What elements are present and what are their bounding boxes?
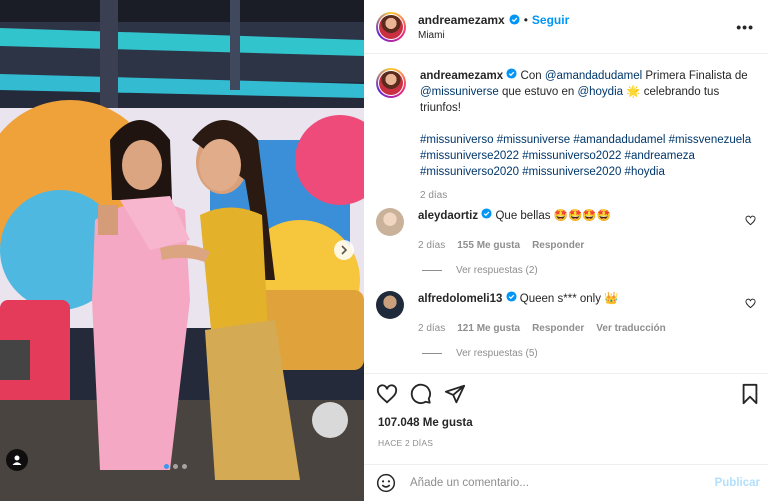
instagram-post-dialog: andreamezamx • Seguir Miami ••• andreame… bbox=[0, 0, 768, 501]
header-separator: • bbox=[523, 12, 528, 27]
caption-mention-hoydia[interactable]: @hoydia bbox=[577, 86, 623, 98]
view-replies-label: Ver respuestas (5) bbox=[456, 348, 538, 359]
likes-count[interactable]: 107.048 Me gusta bbox=[378, 417, 473, 429]
carousel-dot bbox=[173, 464, 178, 469]
verified-badge-icon bbox=[481, 208, 492, 219]
carousel-dot-active bbox=[164, 464, 169, 469]
comment-heart-icon[interactable] bbox=[745, 215, 756, 226]
comments-scroll-area[interactable]: andreamezamx Con @amandadudamel Primera … bbox=[364, 55, 768, 373]
comment-heart-icon[interactable] bbox=[745, 298, 756, 309]
commenter-username[interactable]: alfredolomeli13 bbox=[418, 293, 502, 305]
caption-mention-missuniverse[interactable]: @missuniverse bbox=[420, 86, 499, 98]
caption-username[interactable]: andreamezamx bbox=[420, 70, 503, 82]
user-tag-icon bbox=[12, 455, 22, 465]
verified-badge-icon bbox=[509, 14, 520, 25]
share-icon[interactable] bbox=[444, 383, 466, 405]
heart-icon[interactable] bbox=[376, 383, 398, 405]
emoji-icon[interactable] bbox=[376, 473, 396, 493]
chevron-right-icon bbox=[341, 245, 348, 255]
follow-button[interactable]: Seguir bbox=[532, 13, 569, 27]
commenter-username[interactable]: aleydaortiz bbox=[418, 210, 478, 222]
photo-illustration bbox=[0, 0, 364, 501]
bookmark-icon[interactable] bbox=[740, 383, 760, 405]
comment-likes[interactable]: 155 Me gusta bbox=[457, 240, 520, 251]
comment-time: 2 días bbox=[418, 323, 446, 334]
author-avatar[interactable] bbox=[376, 11, 406, 42]
verified-badge-icon bbox=[506, 68, 517, 79]
see-translation-button[interactable]: Ver traducción bbox=[596, 323, 665, 334]
caption-emoji: 🌟 bbox=[626, 86, 641, 98]
view-replies-button[interactable]: Ver respuestas (5) bbox=[422, 348, 760, 359]
caption-time: 2 días bbox=[420, 190, 448, 201]
tagged-users-button[interactable] bbox=[6, 449, 28, 471]
commenter-avatar[interactable] bbox=[376, 208, 404, 236]
add-comment-bar: Publicar bbox=[364, 464, 768, 501]
carousel-dot bbox=[182, 464, 187, 469]
comment-input[interactable] bbox=[410, 477, 690, 489]
more-options-icon[interactable]: ••• bbox=[736, 19, 754, 35]
comment-time: 2 días bbox=[418, 240, 446, 251]
publish-button[interactable]: Publicar bbox=[715, 477, 760, 489]
comment-item: alfredolomeli13 Queen s*** only 👑 2 días… bbox=[376, 291, 760, 359]
post-side-panel: andreamezamx • Seguir Miami ••• andreame… bbox=[364, 0, 768, 501]
comment-item: aleydaortiz Que bellas 🤩🤩🤩🤩 2 días 155 M… bbox=[376, 208, 760, 276]
caption-text-1: Con bbox=[520, 70, 542, 82]
reply-button[interactable]: Responder bbox=[532, 240, 584, 251]
location-link[interactable]: Miami bbox=[418, 30, 569, 41]
comment-text: Queen s*** only 👑 bbox=[519, 293, 619, 305]
caption-text-2: Primera Finalista de bbox=[645, 70, 748, 82]
commenter-avatar[interactable] bbox=[376, 291, 404, 319]
comment-text: Que bellas 🤩🤩🤩🤩 bbox=[495, 210, 611, 222]
view-replies-label: Ver respuestas (2) bbox=[456, 265, 538, 276]
author-username[interactable]: andreamezamx bbox=[418, 13, 505, 27]
next-slide-button[interactable] bbox=[334, 240, 354, 260]
caption-text-3: que estuvo en bbox=[501, 86, 575, 98]
post-caption: andreamezamx Con @amandadudamel Primera … bbox=[376, 68, 760, 204]
post-photo[interactable] bbox=[0, 0, 364, 501]
reply-button[interactable]: Responder bbox=[532, 323, 584, 334]
view-replies-button[interactable]: Ver respuestas (2) bbox=[422, 265, 760, 276]
verified-badge-icon bbox=[506, 291, 517, 302]
caption-hashtags[interactable]: #missuniverso #missuniverse #amandadudam… bbox=[420, 132, 756, 180]
comment-likes[interactable]: 121 Me gusta bbox=[457, 323, 520, 334]
caption-mention-amandadudamel[interactable]: @amandadudamel bbox=[545, 70, 642, 82]
post-header: andreamezamx • Seguir Miami ••• bbox=[364, 0, 768, 54]
comment-icon[interactable] bbox=[410, 383, 432, 405]
post-timestamp: HACE 2 DÍAS bbox=[378, 438, 434, 448]
carousel-indicator bbox=[164, 464, 187, 469]
caption-avatar[interactable] bbox=[376, 68, 406, 98]
